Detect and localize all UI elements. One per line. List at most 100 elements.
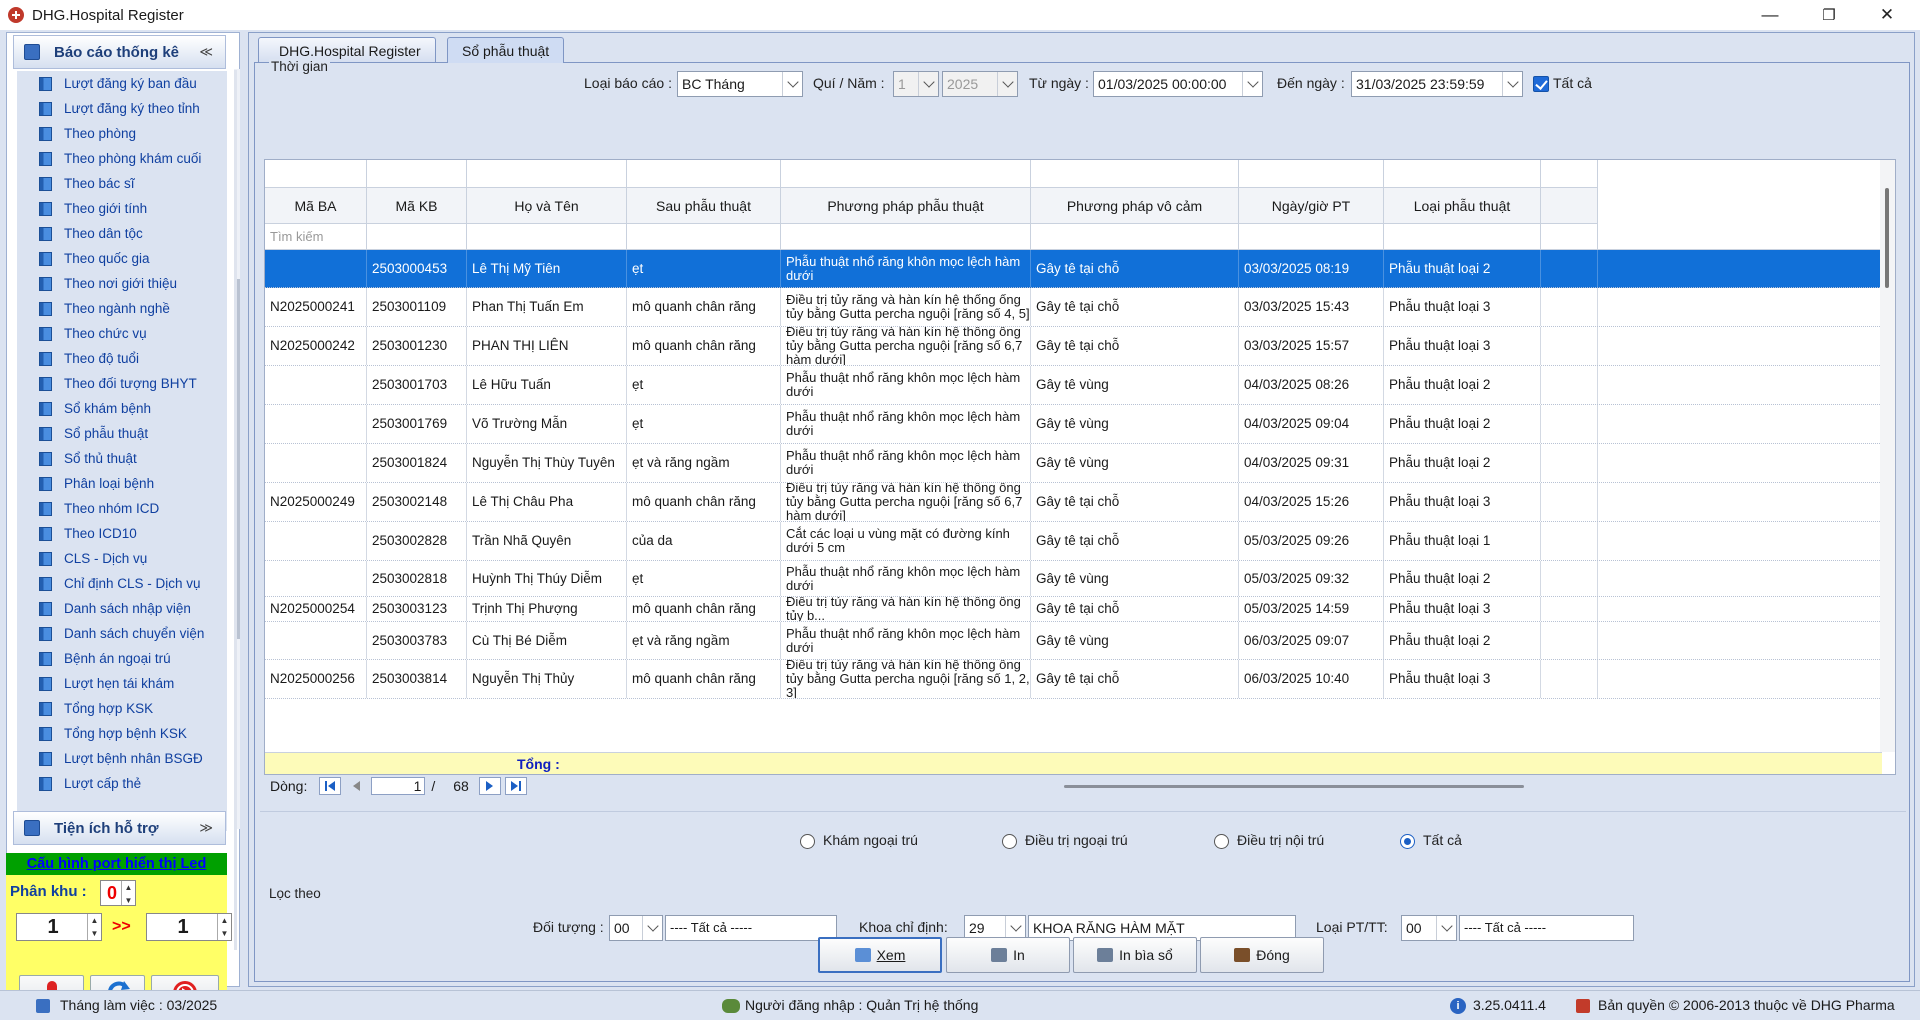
sidebar-item[interactable]: Tổng hợp KSK (17, 696, 227, 721)
table-cell[interactable]: Nguyễn Thị Thủy (467, 660, 627, 698)
expand-chevron-icon[interactable]: ≫ (199, 820, 213, 836)
table-row[interactable]: N2025000249 2503002148 Lê Thị Châu Pha mô q… (265, 483, 1882, 522)
table-cell[interactable] (1541, 327, 1598, 365)
column-header[interactable] (1541, 188, 1598, 224)
table-cell[interactable] (265, 622, 367, 659)
sidebar-item[interactable]: Sổ phẫu thuật (17, 421, 227, 446)
table-cell[interactable]: N2025000242 (265, 327, 367, 365)
table-cell[interactable] (265, 444, 367, 482)
table-row[interactable]: N2025000254 2503003123 Trịnh Thị Phượng mô … (265, 597, 1882, 622)
table-cell[interactable] (1541, 597, 1598, 621)
table-cell[interactable]: 04/03/2025 09:31 (1239, 444, 1384, 482)
table-cell[interactable]: mô quanh chân răng (627, 660, 781, 698)
chevron-down-icon[interactable] (1242, 72, 1262, 96)
grid-horizontal-scrollbar[interactable] (1064, 785, 1524, 788)
table-row[interactable]: 2503000453 Lê Thị Mỹ Tiên ẹt Phẫu thuật nhổ… (265, 250, 1882, 288)
table-cell[interactable]: 06/03/2025 09:07 (1239, 622, 1384, 659)
table-cell[interactable]: 2503003783 (367, 622, 467, 659)
column-header[interactable]: Sau phẫu thuật (627, 188, 781, 224)
type-code-select[interactable]: 00 (1401, 915, 1457, 941)
column-header[interactable]: Phương pháp phẫu thuật (781, 188, 1031, 224)
column-header[interactable]: Loại phẫu thuật (1384, 188, 1541, 224)
table-cell[interactable]: Gây tê tại chỗ (1031, 288, 1239, 326)
sidebar-item[interactable]: Lượt đăng ký ban đầu (17, 71, 227, 96)
table-cell[interactable] (1541, 366, 1598, 404)
table-cell[interactable]: ẹt (627, 366, 781, 404)
column-header[interactable]: Ngày/giờ PT (1239, 188, 1384, 224)
sidebar-item[interactable]: Lượt hẹn tái khám (17, 671, 227, 696)
table-cell[interactable]: 06/03/2025 10:40 (1239, 660, 1384, 698)
table-cell[interactable]: 2503002818 (367, 561, 467, 596)
table-cell[interactable]: Phẫu thuật loại 3 (1384, 597, 1541, 621)
filter-cell[interactable] (367, 224, 467, 250)
table-cell[interactable]: 05/03/2025 09:32 (1239, 561, 1384, 596)
table-row[interactable]: 2503003783 Cù Thị Bé Diễm ẹt và răng ngầm P… (265, 622, 1882, 660)
table-cell[interactable]: Phẫu thuật loại 3 (1384, 660, 1541, 698)
table-cell[interactable]: Điều trị tủy răng và hàn kín hệ thống ốn… (781, 660, 1031, 698)
sidebar-item[interactable]: Bệnh án ngoại trú (17, 646, 227, 671)
table-cell[interactable]: Trần Nhã Quyên (467, 522, 627, 560)
table-cell[interactable]: Gây tê vùng (1031, 622, 1239, 659)
subject-code-select[interactable]: 00 (609, 915, 663, 941)
table-cell[interactable]: Gây tê vùng (1031, 444, 1239, 482)
year-select[interactable]: 2025 (942, 71, 1018, 97)
table-cell[interactable]: 05/03/2025 14:59 (1239, 597, 1384, 621)
last-page-button[interactable] (504, 777, 527, 795)
table-cell[interactable]: Phan Thị Tuấn Em (467, 288, 627, 326)
sidebar-item[interactable]: Theo phòng (17, 121, 227, 146)
table-cell[interactable]: 04/03/2025 08:26 (1239, 366, 1384, 404)
stepper-arrows-icon[interactable]: ▲ ▼ (121, 881, 135, 905)
table-cell[interactable]: 2503001824 (367, 444, 467, 482)
table-cell[interactable]: Phẫu thuật loại 3 (1384, 483, 1541, 521)
radio-outpatient[interactable] (800, 834, 815, 849)
table-cell[interactable]: Điều trị tủy răng và hàn kín hệ thống ốn… (781, 288, 1031, 326)
table-cell[interactable]: ẹt và răng ngầm (627, 622, 781, 659)
to-value[interactable]: 1 (147, 914, 219, 940)
sidebar-item[interactable]: Danh sách nhập viện (17, 596, 227, 621)
table-row[interactable]: N2025000256 2503003814 Nguyễn Thị Thủy mô q… (265, 660, 1882, 699)
sidebar-item[interactable]: Theo quốc gia (17, 246, 227, 271)
table-cell[interactable]: ẹt (627, 405, 781, 443)
table-cell[interactable]: Phẫu thuật loại 1 (1384, 522, 1541, 560)
table-cell[interactable] (265, 522, 367, 560)
sidebar-item[interactable]: Theo ICD10 (17, 521, 227, 546)
sidebar-item[interactable]: Lượt bệnh nhân BSGĐ (17, 746, 227, 771)
table-cell[interactable]: Cù Thị Bé Diễm (467, 622, 627, 659)
column-header[interactable]: Mã BA (265, 188, 367, 224)
table-cell[interactable] (265, 405, 367, 443)
column-header[interactable]: Phương pháp vô cảm (1031, 188, 1239, 224)
sidebar-item[interactable]: Sổ khám bệnh (17, 396, 227, 421)
filter-cell[interactable] (1384, 224, 1541, 250)
table-cell[interactable]: Điều trị tủy răng và hàn kín hệ thống ốn… (781, 483, 1031, 521)
table-row[interactable]: N2025000242 2503001230 PHAN THỊ LIÊN mô qua… (265, 327, 1882, 366)
from-date-picker[interactable]: 01/03/2025 00:00:00 (1093, 71, 1263, 97)
table-cell[interactable]: Phẫu thuật nhổ răng khôn mọc lệch hàm dư… (781, 444, 1031, 482)
filter-cell[interactable] (627, 224, 781, 250)
sidebar-item[interactable]: Theo giới tính (17, 196, 227, 221)
table-cell[interactable]: Lê Thị Mỹ Tiên (467, 250, 627, 287)
first-page-button[interactable] (319, 777, 342, 795)
report-type-select[interactable]: BC Tháng (677, 71, 803, 97)
table-cell[interactable]: Lê Thị Châu Pha (467, 483, 627, 521)
table-cell[interactable]: 2503000453 (367, 250, 467, 287)
to-date-picker[interactable]: 31/03/2025 23:59:59 (1351, 71, 1523, 97)
table-cell[interactable]: Phẫu thuật loại 2 (1384, 405, 1541, 443)
all-dates-checkbox[interactable] (1533, 76, 1549, 92)
table-cell[interactable]: 2503001703 (367, 366, 467, 404)
table-cell[interactable]: Gây tê tại chỗ (1031, 660, 1239, 698)
phan-khu-value[interactable]: 0 (101, 881, 123, 905)
table-cell[interactable]: N2025000256 (265, 660, 367, 698)
filter-cell[interactable] (781, 224, 1031, 250)
quarter-select[interactable]: 1 (893, 71, 939, 97)
table-cell[interactable]: Phẫu thuật loại 2 (1384, 561, 1541, 596)
grid-scroll-thumb[interactable] (1885, 188, 1889, 288)
table-cell[interactable]: Phẫu thuật nhổ răng khôn mọc lệch hàm dư… (781, 405, 1031, 443)
table-cell[interactable] (1541, 250, 1598, 287)
page-input[interactable]: 1 (371, 777, 426, 795)
table-cell[interactable]: Phẫu thuật loại 2 (1384, 622, 1541, 659)
filter-cell[interactable] (1239, 224, 1384, 250)
column-header[interactable]: Mã KB (367, 188, 467, 224)
filter-cell[interactable] (1541, 224, 1598, 250)
table-cell[interactable]: 04/03/2025 15:26 (1239, 483, 1384, 521)
group-header-tools[interactable]: Tiện ích hỗ trợ ≫ (13, 811, 226, 845)
